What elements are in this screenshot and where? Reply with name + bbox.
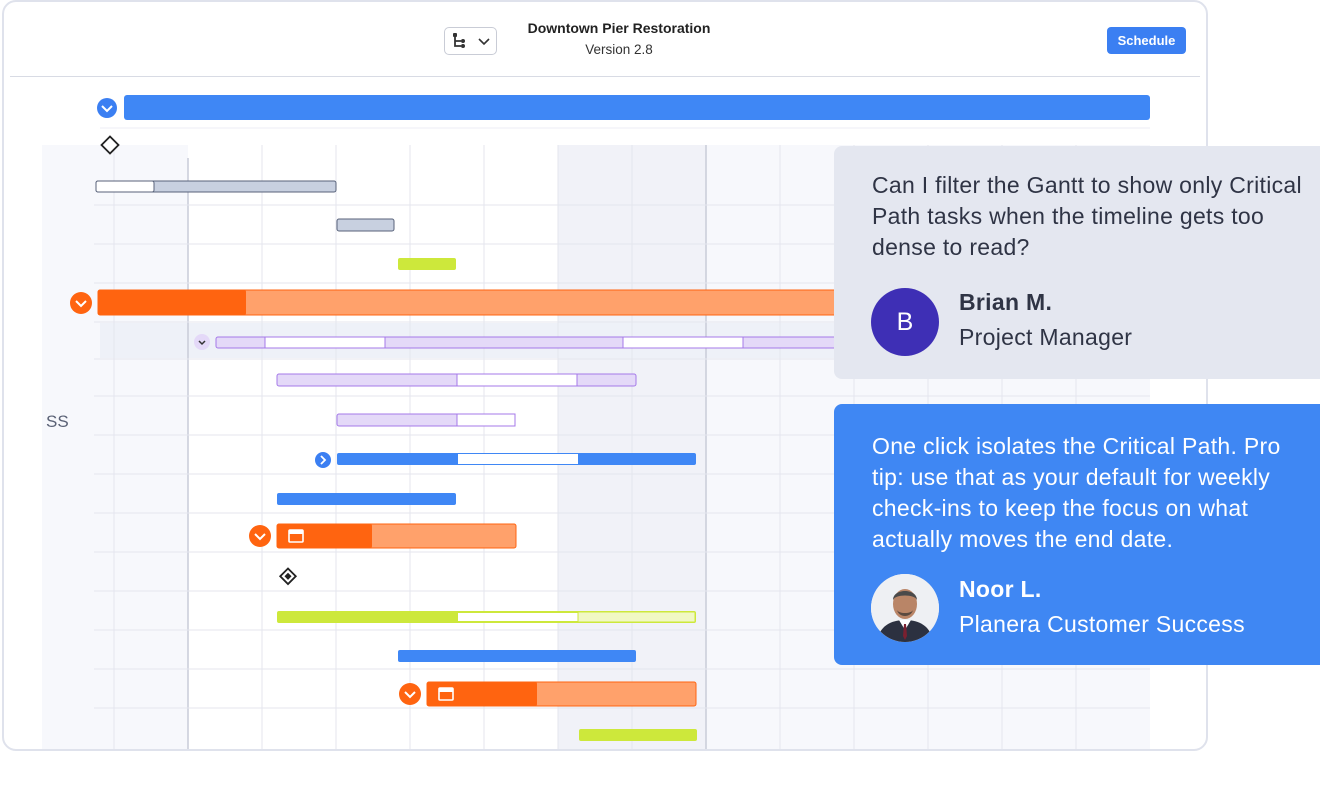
- question-text: Can I filter the Gantt to show only Crit…: [872, 172, 1302, 260]
- collapse-critical-task-toggle-2[interactable]: [399, 683, 421, 705]
- author-name: Noor L.: [959, 576, 1042, 602]
- project-title-block: Downtown Pier Restoration Version 2.8: [504, 20, 734, 57]
- project-summary-bar[interactable]: [124, 95, 1150, 120]
- version-label: Version 2.8: [585, 42, 653, 57]
- critical-task-bar-1[interactable]: [276, 523, 517, 549]
- avatar-photo: [871, 574, 939, 642]
- task-bar-blue-1[interactable]: [337, 453, 696, 465]
- task-bar-purple-summary[interactable]: [215, 336, 841, 349]
- person-photo-icon: [871, 574, 939, 642]
- collapse-critical-task-toggle[interactable]: [249, 525, 271, 547]
- project-title: Downtown Pier Restoration: [527, 20, 711, 36]
- task-bar-purple-2[interactable]: [336, 413, 516, 427]
- critical-task-bar-2[interactable]: [426, 681, 697, 707]
- side-label: SS: [46, 412, 69, 431]
- collapse-project-toggle[interactable]: [97, 98, 117, 118]
- avatar: B: [871, 288, 939, 356]
- author-name: Brian M.: [959, 289, 1053, 315]
- task-bar-purple-1[interactable]: [276, 373, 637, 387]
- hierarchy-icon: [452, 33, 465, 48]
- task-bar-summary-gray[interactable]: [95, 180, 337, 193]
- top-bar: Downtown Pier Restoration Version 2.8 Sc…: [4, 2, 1206, 78]
- task-bar-lime-summary[interactable]: [277, 611, 696, 623]
- task-bar-blue-2[interactable]: [277, 493, 456, 505]
- header-divider: [10, 76, 1200, 77]
- task-bar-gray[interactable]: [336, 218, 395, 232]
- answer-author-block: Noor L. Planera Customer Success: [959, 576, 1245, 638]
- question-card: Can I filter the Gantt to show only Crit…: [834, 146, 1320, 379]
- task-bar-lime[interactable]: [398, 258, 456, 270]
- collapse-purple-toggle[interactable]: [194, 334, 210, 350]
- view-toggle-button[interactable]: [444, 27, 497, 55]
- answer-card: One click isolates the Critical Path. Pr…: [834, 404, 1320, 665]
- collapse-critical-toggle[interactable]: [70, 292, 92, 314]
- expand-task-toggle[interactable]: [315, 452, 331, 468]
- question-author-block: Brian M. Project Manager: [959, 289, 1132, 351]
- answer-text: One click isolates the Critical Path. Pr…: [872, 433, 1281, 552]
- critical-summary-bar[interactable]: [97, 289, 841, 316]
- author-role: Project Manager: [959, 324, 1133, 350]
- schedule-button[interactable]: Schedule: [1107, 27, 1186, 54]
- author-role: Planera Customer Success: [959, 611, 1245, 637]
- chevron-down-icon: [477, 38, 490, 46]
- task-bar-blue-3[interactable]: [398, 650, 636, 662]
- avatar-initial: B: [896, 307, 914, 336]
- task-bar-lime-2[interactable]: [579, 729, 697, 741]
